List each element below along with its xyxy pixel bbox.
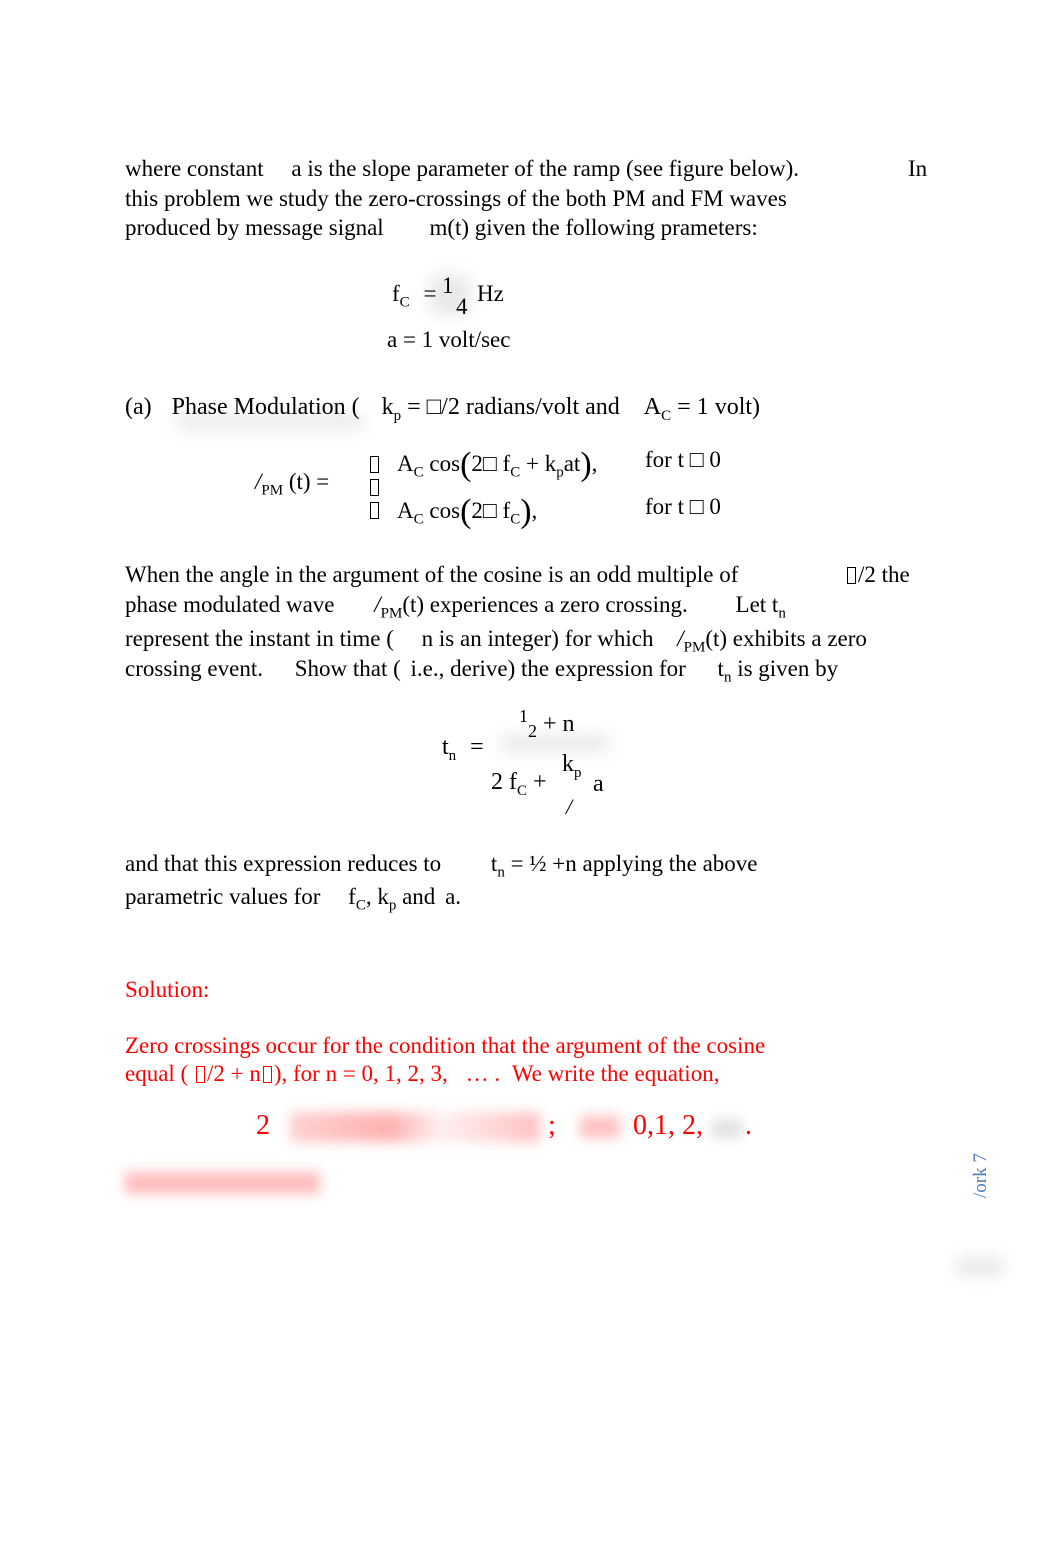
paren: (: [460, 493, 472, 530]
solution-heading: Solution:: [125, 977, 210, 1002]
paren: ): [580, 446, 592, 483]
pm-case-1-cond: for t □ 0: [645, 447, 721, 472]
blurred-text-line: [125, 1172, 320, 1194]
brace-top-glyph: [370, 456, 379, 473]
body-line-1: When the angle in the argument of the co…: [125, 562, 739, 587]
solution-eq-values: 0,1, 2,: [633, 1110, 703, 1141]
tn-denominator: 2 fC +: [491, 769, 547, 799]
param-a: a = 1 volt/sec: [387, 327, 511, 352]
body-line-4: crossing event. Show that ( i.e., derive…: [125, 656, 839, 686]
pm-case-1: AC cos(2□ fC + kpat),: [397, 446, 598, 483]
intro-line-1: where constant a is the slope parameter …: [125, 156, 800, 181]
brace-mid-glyph: [370, 479, 379, 496]
body-line-1-end: /2 the: [845, 563, 910, 586]
solution-eq-n-blurred: [580, 1116, 620, 1138]
solution-line-1: Zero crossings occur for the condition t…: [125, 1033, 766, 1058]
page-number-smudge: [955, 1258, 1005, 1276]
solution-eq-2: 2: [256, 1110, 270, 1141]
reduce-line-1: and that this expression reduces to tn =…: [125, 851, 758, 881]
intro-line-3: produced by message signal m(t) given th…: [125, 215, 758, 240]
fraction-bar-smudge: [500, 735, 610, 751]
brace: [368, 452, 381, 521]
pi-glyph: [195, 1066, 205, 1083]
param-fc: fC =: [392, 281, 437, 311]
intro-line-1-end: In: [908, 156, 928, 181]
brace-bot-glyph: [370, 502, 379, 519]
pi-glyph: [262, 1066, 272, 1083]
solution-eq-ellipsis-blurred: [712, 1120, 742, 1138]
paren: (: [460, 446, 472, 483]
param-fc-den: 4: [456, 294, 468, 319]
reduce-line-2: parametric values for fC, kp and a.: [125, 884, 462, 914]
intro-line-2: this problem we study the zero-crossings…: [125, 186, 787, 211]
pm-case-2-cond: for t □ 0: [645, 494, 721, 519]
body-line-2: phase modulated wave /PM(t) experiences …: [125, 592, 786, 622]
tn-numerator: 12 + n: [519, 706, 575, 741]
side-header: /ork 7: [970, 1153, 991, 1198]
solution-line-2: equal ( /2 + n), for n = 0, 1, 2, 3, … .…: [125, 1061, 720, 1086]
body-line-3: represent the instant in time ( n is an …: [125, 626, 867, 656]
pm-lhs: /PM (t) =: [255, 469, 330, 499]
tn-lhs: tn =: [442, 734, 484, 764]
solution-eq-semicolon: ;: [548, 1110, 556, 1141]
pm-case-2: AC cos(2□ fC),: [397, 493, 538, 530]
param-fc-unit: Hz: [477, 281, 504, 306]
pi-glyph: [847, 567, 856, 584]
tn-kp: kp: [562, 751, 582, 781]
solution-eq-dot: .: [745, 1110, 752, 1141]
paren: ): [520, 493, 532, 530]
part-a-heading: (a) Phase Modulation ( kp = □/2 radians/…: [125, 394, 761, 424]
tn-a: a: [593, 771, 604, 797]
solution-eq-blurred: [290, 1112, 540, 1142]
pi-icon: /: [566, 794, 573, 819]
param-fc-num: 1: [442, 273, 454, 298]
